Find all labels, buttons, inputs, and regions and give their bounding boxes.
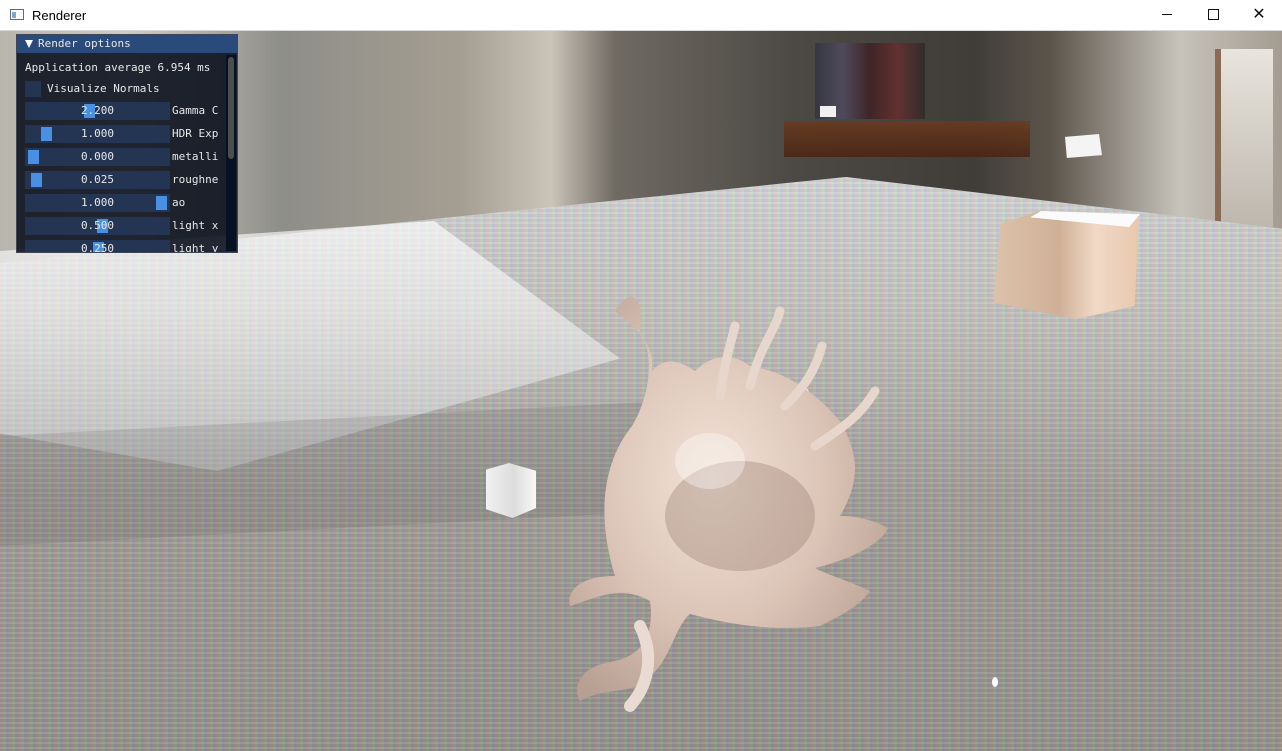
visualize-normals-label: Visualize Normals — [47, 82, 160, 95]
light-source — [992, 677, 998, 687]
window-title: Renderer — [32, 8, 87, 23]
slider-hdr-exposure[interactable]: 1.000 — [25, 125, 170, 143]
close-button[interactable]: ✕ — [1236, 0, 1282, 30]
small-cube — [486, 463, 536, 518]
average-frame-time: Application average 6.954 ms — [25, 61, 211, 74]
slider-ao[interactable]: 1.000 — [25, 194, 170, 212]
slider-gamma[interactable]: 2.200 — [25, 102, 170, 120]
slider-value: 1.000 — [80, 127, 115, 140]
slider-light-x[interactable]: 0.500 — [25, 217, 170, 235]
minimize-icon — [1162, 14, 1172, 16]
slider-roughness[interactable]: 0.025 — [25, 171, 170, 189]
slider-value: 0.500 — [80, 219, 115, 232]
distant-cube — [1065, 134, 1102, 158]
slider-light-y[interactable]: 0.250 — [25, 240, 170, 253]
visualize-normals-checkbox[interactable] — [25, 81, 41, 97]
window-titlebar: Renderer ✕ — [0, 0, 1282, 31]
maximize-button[interactable] — [1190, 0, 1236, 30]
collapse-arrow-icon[interactable] — [25, 40, 33, 48]
app-window-icon — [10, 9, 24, 20]
bookshelf — [784, 121, 1030, 157]
render-options-panel[interactable]: Render options Application average 6.954… — [16, 34, 238, 253]
slider-label-gamma: Gamma C — [172, 104, 219, 117]
slider-value: 2.200 — [80, 104, 115, 117]
slider-metallic[interactable]: 0.000 — [25, 148, 170, 166]
slider-label-light-x: light x — [172, 219, 219, 232]
close-icon: ✕ — [1252, 6, 1266, 23]
scrollbar-thumb[interactable] — [228, 57, 234, 159]
slider-label-metallic: metalli — [172, 150, 219, 163]
background-window — [1215, 49, 1273, 227]
panel-title: Render options — [38, 37, 131, 50]
slider-label-light-y: light y — [172, 242, 219, 253]
panel-titlebar[interactable]: Render options — [17, 35, 237, 53]
slider-value: 1.000 — [80, 196, 115, 209]
maximize-icon — [1207, 9, 1219, 21]
slider-label-hdr-exposure: HDR Exp — [172, 127, 219, 140]
slider-label-ao: ao — [172, 196, 186, 209]
distant-cube — [820, 106, 836, 117]
minimize-button[interactable] — [1144, 0, 1190, 30]
slider-value: 0.250 — [80, 242, 115, 253]
slider-value: 0.025 — [80, 173, 115, 186]
slider-label-roughness: roughne — [172, 173, 219, 186]
slider-value: 0.000 — [80, 150, 115, 163]
dragon-model — [569, 297, 888, 712]
large-cube — [994, 211, 1139, 319]
panel-scrollbar[interactable] — [226, 55, 236, 251]
